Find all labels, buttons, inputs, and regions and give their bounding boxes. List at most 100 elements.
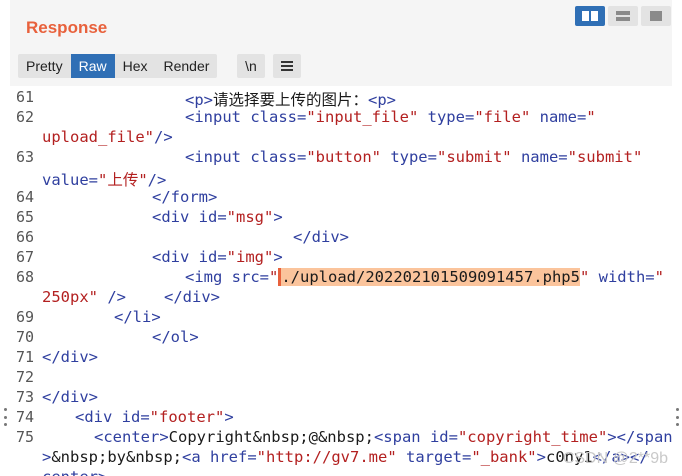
code-token: upload_file" bbox=[42, 128, 154, 146]
code-token: name= bbox=[530, 108, 587, 126]
response-panel-header: Response bbox=[10, 0, 672, 46]
layout-toggle bbox=[575, 6, 673, 26]
split-vertical-icon[interactable] bbox=[608, 6, 638, 26]
line-number: 66 bbox=[15, 228, 34, 246]
line-number: 68 bbox=[15, 268, 34, 286]
code-token: <div bbox=[152, 248, 199, 266]
code-token: > bbox=[42, 448, 52, 466]
line-number: 62 bbox=[15, 108, 34, 126]
code-token: class= bbox=[250, 148, 307, 166]
code-token: "msg" bbox=[226, 208, 274, 226]
code-line: <img src=" ./upload/202202101509091457.ph… bbox=[185, 268, 664, 286]
code-token: /> bbox=[147, 171, 167, 189]
code-token: </li> bbox=[114, 308, 161, 326]
code-line: </li> bbox=[114, 308, 161, 326]
line-number: 71 bbox=[15, 348, 34, 366]
code-token: <div bbox=[152, 208, 199, 226]
code-token: " bbox=[579, 268, 590, 286]
code-token: Copyright&nbsp;@&nbsp; bbox=[168, 428, 374, 446]
code-token: target= bbox=[396, 448, 472, 466]
code-token: value= bbox=[42, 171, 98, 189]
code-token: <p> bbox=[185, 91, 213, 109]
code-token: " bbox=[586, 108, 596, 126]
code-token: </div> bbox=[293, 228, 349, 246]
code-token: "http://gv7.me" bbox=[256, 448, 397, 466]
code-token: class= bbox=[250, 108, 307, 126]
split-horizontal-icon[interactable] bbox=[575, 6, 605, 26]
code-token: src= bbox=[231, 268, 269, 286]
tab-pretty[interactable]: Pretty bbox=[18, 54, 71, 78]
code-token: "img" bbox=[226, 248, 274, 266]
tab-render[interactable]: Render bbox=[156, 54, 218, 78]
code-token: " bbox=[654, 268, 664, 286]
code-line: <center>Copyright&nbsp;@&nbsp;<span id="… bbox=[94, 428, 672, 446]
code-token: id= bbox=[429, 428, 458, 446]
code-token: "button" bbox=[306, 148, 381, 166]
code-token: "input_file" bbox=[306, 108, 419, 126]
code-token: name= bbox=[511, 148, 568, 166]
code-token: </form> bbox=[152, 188, 218, 206]
line-number: 64 bbox=[15, 188, 34, 206]
line-number: 73 bbox=[15, 388, 34, 406]
code-token: type= bbox=[418, 108, 475, 126]
watermark: CSDN @2**9b bbox=[562, 450, 668, 467]
view-tabs: Pretty Raw Hex Render bbox=[18, 54, 218, 78]
code-token: > bbox=[536, 448, 546, 466]
code-token: <p> bbox=[368, 91, 397, 109]
code-token: "file" bbox=[474, 108, 531, 126]
code-token: id= bbox=[198, 248, 227, 266]
code-line: <div id="img"> bbox=[152, 248, 283, 266]
code-line: </ol> bbox=[152, 328, 199, 346]
code-token: href= bbox=[210, 448, 257, 466]
code-token: " bbox=[269, 268, 279, 286]
code-token: <a bbox=[182, 448, 210, 466]
panel-title: Response bbox=[26, 18, 108, 37]
code-token: "footer" bbox=[149, 408, 225, 426]
single-pane-icon[interactable] bbox=[641, 6, 671, 26]
left-resize-handle[interactable] bbox=[1, 408, 9, 426]
code-line: <div id="footer"> bbox=[75, 408, 234, 426]
code-token: &nbsp;by&nbsp; bbox=[51, 448, 182, 466]
highlighted-upload-path: ./upload/202202101509091457.php5 bbox=[278, 268, 580, 286]
code-token: /> bbox=[98, 288, 126, 306]
code-line: <div id="msg"> bbox=[152, 208, 283, 226]
code-token: </div> bbox=[42, 388, 98, 406]
line-number: 63 bbox=[15, 148, 34, 166]
hamburger-icon[interactable] bbox=[273, 54, 301, 78]
line-number: 75 bbox=[15, 428, 34, 446]
code-token: <input bbox=[185, 148, 251, 166]
code-token: > bbox=[273, 208, 283, 226]
code-token: /> bbox=[153, 128, 173, 146]
code-token: ></span bbox=[607, 428, 672, 446]
code-token: center> bbox=[42, 468, 107, 476]
line-number: 69 bbox=[15, 308, 34, 326]
code-line: center> bbox=[42, 468, 107, 476]
line-number: 70 bbox=[15, 328, 34, 346]
code-token: "_bank" bbox=[471, 448, 537, 466]
code-token: </div> bbox=[42, 348, 98, 366]
code-token: <div bbox=[75, 408, 122, 426]
code-token: width= bbox=[589, 268, 655, 286]
response-raw-body[interactable]: 61 <p>请选择要上传的图片：<p> 62 <input class="input_… bbox=[10, 86, 672, 476]
response-toolbar: Pretty Raw Hex Render \n bbox=[10, 46, 672, 86]
right-resize-handle[interactable] bbox=[673, 408, 681, 426]
line-number: 67 bbox=[15, 248, 34, 266]
newline-toggle-button[interactable]: \n bbox=[237, 54, 265, 78]
code-token: <input bbox=[185, 108, 251, 126]
code-line: <input class="button" type="submit" name… bbox=[185, 148, 642, 166]
code-token: "submit" bbox=[436, 148, 512, 166]
code-token: <span bbox=[373, 428, 430, 446]
code-token: type= bbox=[380, 148, 437, 166]
line-number: 61 bbox=[15, 88, 34, 106]
code-token: > bbox=[224, 408, 234, 426]
code-line: </div> bbox=[293, 228, 349, 246]
tab-hex[interactable]: Hex bbox=[115, 54, 156, 78]
code-token: id= bbox=[198, 208, 227, 226]
code-token: 请选择要上传的图片： bbox=[213, 91, 369, 109]
tab-raw[interactable]: Raw bbox=[70, 54, 115, 78]
code-token: <img bbox=[185, 268, 232, 286]
code-line: <input class="input_file" type="file" na… bbox=[185, 108, 596, 126]
code-token: <center> bbox=[94, 428, 169, 446]
code-token: "copyright_time" bbox=[457, 428, 608, 446]
code-token: 250px" bbox=[42, 288, 98, 306]
